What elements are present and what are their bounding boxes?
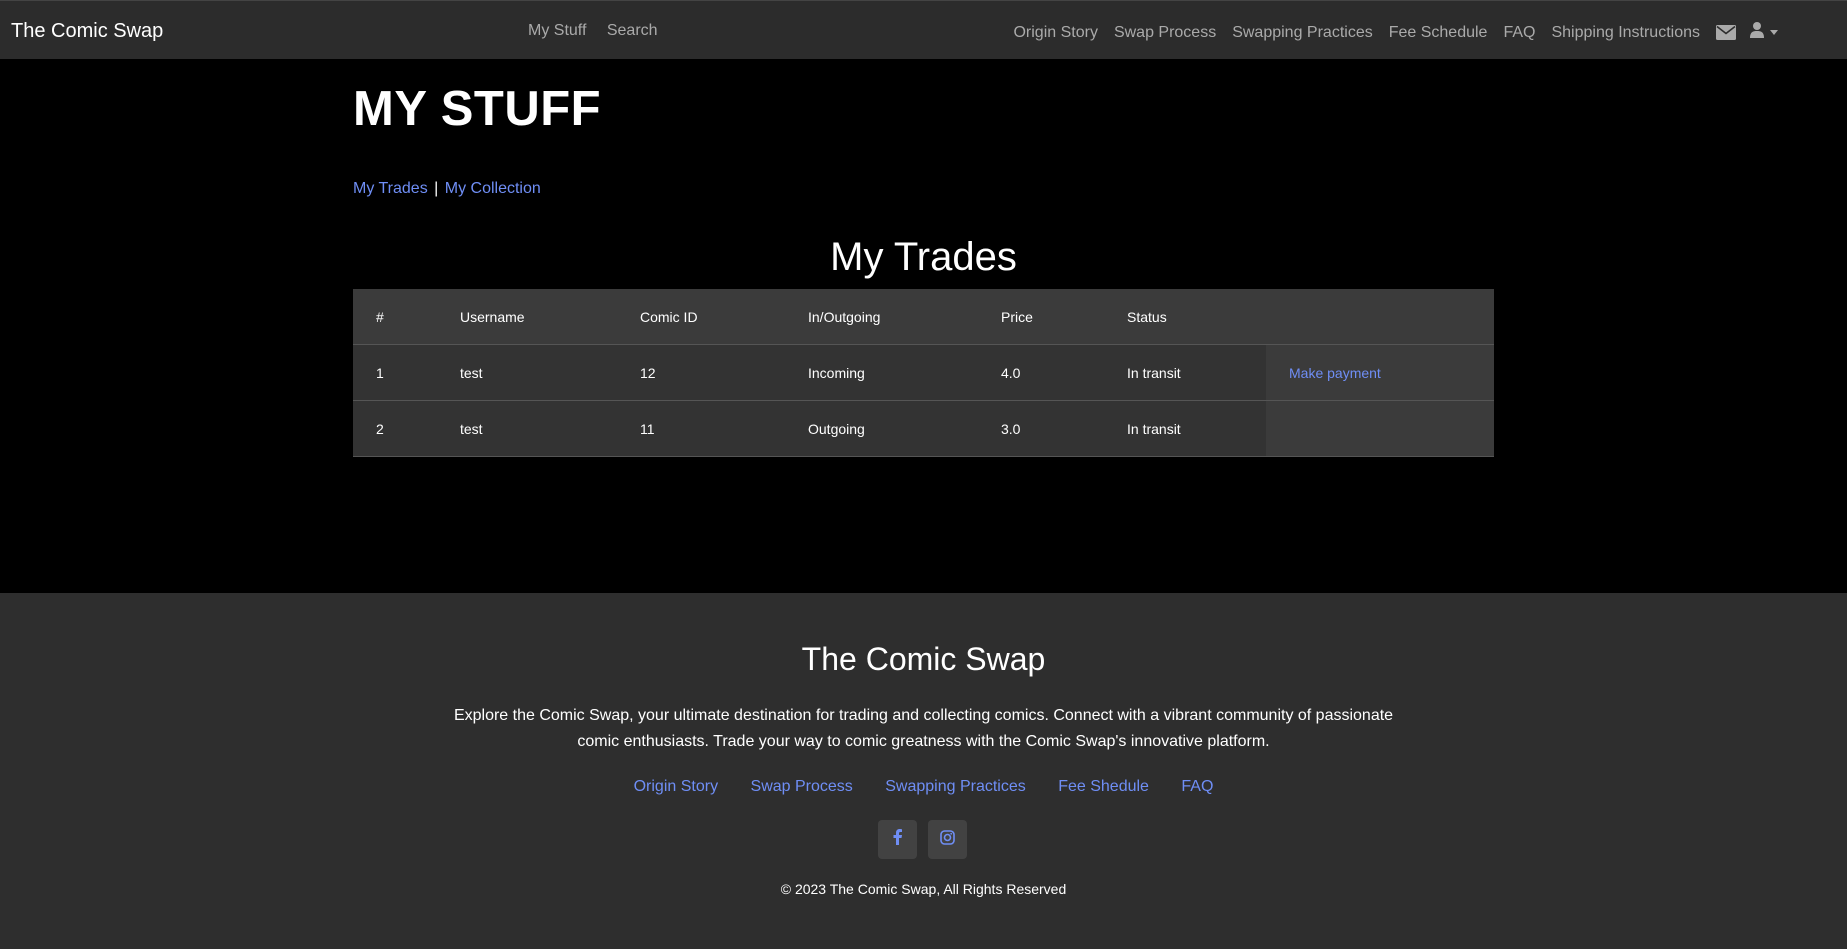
nav-center-links: My Stuff Search (528, 22, 674, 40)
nav-link-my-stuff[interactable]: My Stuff (528, 22, 586, 39)
nav-right-links: Origin Story Swap Process Swapping Pract… (1013, 22, 1778, 43)
cell-number: 2 (353, 400, 437, 457)
nav-link-swap-process[interactable]: Swap Process (1114, 24, 1216, 42)
cell-action: Make payment (1266, 344, 1494, 401)
nav-link-shipping-instructions[interactable]: Shipping Instructions (1551, 24, 1700, 42)
column-header-action (1266, 289, 1494, 345)
user-menu-toggle[interactable] (1750, 22, 1778, 43)
facebook-button[interactable] (878, 820, 917, 859)
nav-link-swapping-practices[interactable]: Swapping Practices (1232, 24, 1373, 42)
cell-comic-id: 11 (617, 400, 785, 457)
top-navbar: The Comic Swap My Stuff Search Origin St… (0, 0, 1847, 59)
column-header-number: # (353, 289, 437, 345)
cell-comic-id: 12 (617, 344, 785, 401)
user-icon (1750, 22, 1764, 43)
section-title: My Trades (830, 235, 1017, 279)
make-payment-link[interactable]: Make payment (1289, 365, 1381, 381)
column-header-status: Status (1104, 289, 1266, 345)
brand-link[interactable]: The Comic Swap (11, 20, 163, 43)
footer-link-swap-process[interactable]: Swap Process (751, 778, 853, 795)
nav-link-fee-schedule[interactable]: Fee Schedule (1389, 24, 1488, 42)
subnav: My Trades | My Collection (353, 180, 541, 198)
subnav-separator: | (434, 180, 439, 197)
trades-table: # Username Comic ID In/Outgoing Price St… (353, 289, 1494, 457)
page-title: MY STUFF (353, 82, 602, 136)
cell-status: In transit (1104, 400, 1266, 457)
table-row: 1 test 12 Incoming 4.0 In transit Make p… (353, 344, 1494, 401)
cell-price: 4.0 (978, 344, 1104, 401)
cell-username: test (437, 344, 617, 401)
envelope-icon[interactable] (1716, 25, 1736, 40)
footer-description: Explore the Comic Swap, your ultimate de… (453, 707, 1394, 750)
cell-direction: Outgoing (785, 400, 978, 457)
column-header-username: Username (437, 289, 617, 345)
nav-link-search[interactable]: Search (607, 22, 658, 39)
cell-direction: Incoming (785, 344, 978, 401)
nav-link-faq[interactable]: FAQ (1503, 24, 1535, 42)
footer-link-swapping-practices[interactable]: Swapping Practices (885, 778, 1026, 795)
instagram-button[interactable] (928, 820, 967, 859)
column-header-direction: In/Outgoing (785, 289, 978, 345)
column-header-comic-id: Comic ID (617, 289, 785, 345)
subnav-my-collection-link[interactable]: My Collection (445, 180, 541, 197)
table-header-row: # Username Comic ID In/Outgoing Price St… (353, 289, 1494, 345)
facebook-icon (893, 829, 902, 850)
table-row: 2 test 11 Outgoing 3.0 In transit (353, 400, 1494, 457)
footer: The Comic Swap Explore the Comic Swap, y… (0, 593, 1847, 949)
cell-action (1266, 400, 1494, 457)
column-header-price: Price (978, 289, 1104, 345)
footer-link-faq[interactable]: FAQ (1181, 778, 1213, 795)
footer-title: The Comic Swap (801, 641, 1046, 677)
cell-number: 1 (353, 344, 437, 401)
cell-status: In transit (1104, 344, 1266, 401)
chevron-down-icon (1770, 30, 1778, 35)
subnav-my-trades-link[interactable]: My Trades (353, 180, 428, 197)
instagram-icon (940, 829, 955, 850)
footer-link-origin-story[interactable]: Origin Story (634, 778, 718, 795)
copyright-text: © 2023 The Comic Swap, All Rights Reserv… (780, 881, 1067, 897)
cell-username: test (437, 400, 617, 457)
cell-price: 3.0 (978, 400, 1104, 457)
nav-link-origin-story[interactable]: Origin Story (1013, 24, 1097, 42)
footer-links: Origin Story Swap Process Swapping Pract… (0, 778, 1847, 796)
social-links (878, 820, 967, 859)
footer-link-fee-schedule[interactable]: Fee Shedule (1058, 778, 1149, 795)
